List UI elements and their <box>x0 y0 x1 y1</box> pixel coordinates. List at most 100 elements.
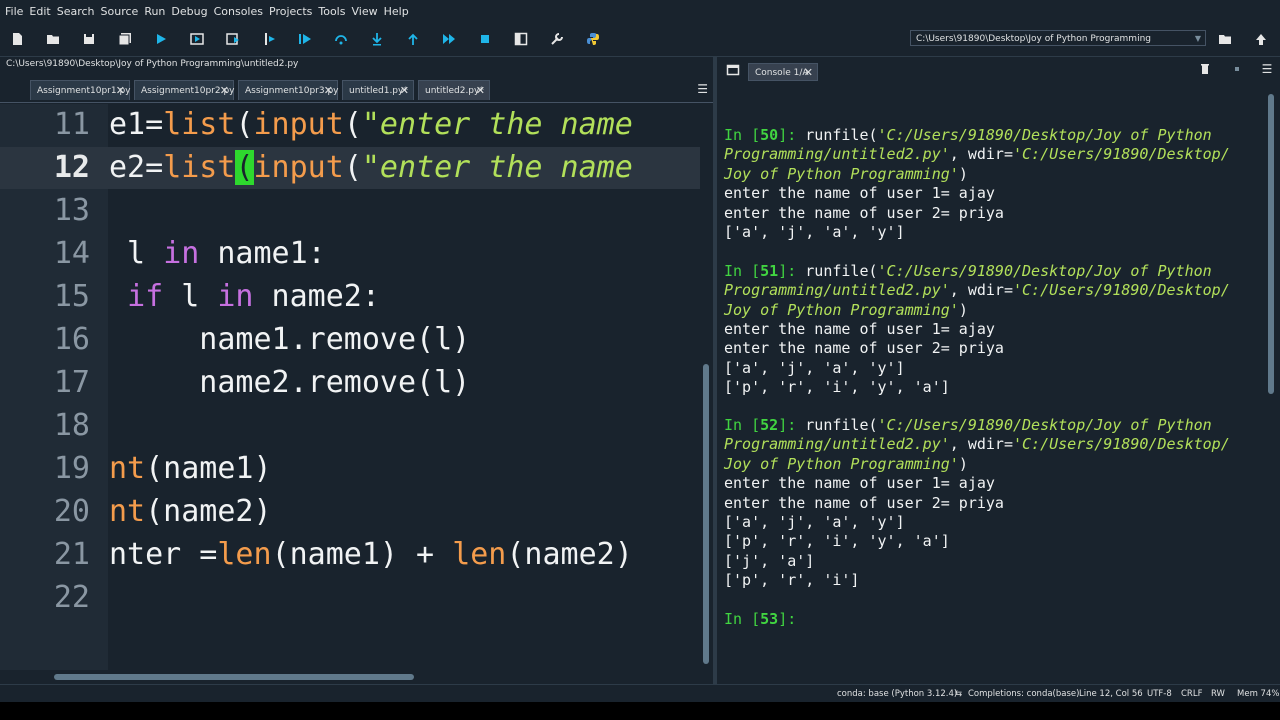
line-number: 15 <box>53 279 90 314</box>
tab-options-icon[interactable]: ☰ <box>697 82 708 96</box>
scrollbar-thumb[interactable] <box>1268 94 1274 394</box>
code-text: e2=list(input("enter the name <box>109 150 633 185</box>
continue-icon[interactable] <box>440 30 458 48</box>
step-return-icon[interactable] <box>404 30 422 48</box>
status-encoding: UTF-8 <box>1147 689 1172 699</box>
console-output-line: ['p', 'r', 'i', 'y', 'a'] <box>724 378 950 397</box>
close-icon[interactable]: ✕ <box>324 81 333 101</box>
pane-splitter[interactable] <box>713 56 717 684</box>
editor-file-path: C:\Users\91890\Desktop\Joy of Python Pro… <box>6 59 299 69</box>
debug-icon[interactable] <box>296 30 314 48</box>
tab-untitled1[interactable]: untitled1.py* ✕ <box>342 80 414 100</box>
stop-icon[interactable] <box>476 30 494 48</box>
tab-untitled2[interactable]: untitled2.py* ✕ <box>418 80 490 100</box>
console-active-prompt[interactable]: In [53]: <box>724 610 805 629</box>
clear-console-icon[interactable] <box>1196 60 1214 78</box>
menu-search[interactable]: Search <box>57 5 95 18</box>
menu-debug[interactable]: Debug <box>171 5 207 18</box>
editor-horizontal-scrollbar[interactable] <box>4 672 704 682</box>
code-text: if l in name2: <box>127 279 380 314</box>
line-number: 16 <box>53 322 90 357</box>
line-number: 11 <box>53 107 90 142</box>
line-number: 22 <box>53 580 90 615</box>
console-input-line: In [51]: runfile('C:/Users/91890/Desktop… <box>724 261 1212 280</box>
toolbar: C:\Users\91890\Desktop\Joy of Python Pro… <box>0 22 1280 57</box>
menu-file[interactable]: File <box>5 5 23 18</box>
console-input-line: Joy of Python Programming') <box>724 300 968 319</box>
working-directory-combobox[interactable]: C:\Users\91890\Desktop\Joy of Python Pro… <box>910 30 1206 46</box>
console-output-line: ['a', 'j', 'a', 'y'] <box>724 223 905 241</box>
status-permissions: RW <box>1211 689 1225 699</box>
code-line: 11 e1=list(input("enter the name <box>0 104 700 146</box>
python-path-icon[interactable] <box>584 30 602 48</box>
code-text: name2.remove(l) <box>109 365 471 400</box>
code-line: 20 nt(name2) <box>0 491 700 533</box>
menu-run[interactable]: Run <box>144 5 165 18</box>
status-memory: Mem 74% <box>1237 689 1280 699</box>
code-line: 13 <box>0 190 700 232</box>
close-icon[interactable]: ✕ <box>400 81 409 101</box>
step-into-icon[interactable] <box>368 30 386 48</box>
menu-help[interactable]: Help <box>384 5 409 18</box>
run-cell-advance-icon[interactable] <box>224 30 242 48</box>
menu-edit[interactable]: Edit <box>29 5 50 18</box>
parent-directory-icon[interactable] <box>1252 30 1270 48</box>
menu-consoles[interactable]: Consoles <box>214 5 263 18</box>
menu-source[interactable]: Source <box>101 5 139 18</box>
stop-kernel-icon[interactable] <box>1228 60 1246 78</box>
code-text: e1=list(input("enter the name <box>109 107 633 142</box>
run-selection-icon[interactable] <box>260 30 278 48</box>
scrollbar-thumb[interactable] <box>54 674 414 680</box>
console-output-line: ['p', 'r', 'i'] <box>724 571 860 590</box>
code-line: 17 name2.remove(l) <box>0 362 700 404</box>
line-number: 13 <box>53 193 90 228</box>
code-editor[interactable]: 11 e1=list(input("enter the name 12 e2=l… <box>0 104 700 670</box>
new-file-icon[interactable] <box>8 30 26 48</box>
console-vertical-scrollbar[interactable] <box>1266 88 1276 684</box>
console-output-line: ['p', 'r', 'i', 'y', 'a'] <box>724 532 950 551</box>
run-cell-icon[interactable] <box>188 30 206 48</box>
scrollbar-thumb[interactable] <box>703 364 709 664</box>
browse-folder-icon[interactable] <box>1216 30 1234 48</box>
console-options-icon[interactable]: ☰ <box>1258 60 1276 78</box>
code-line: 18 <box>0 405 700 447</box>
editor-vertical-scrollbar[interactable] <box>701 104 711 670</box>
run-icon[interactable] <box>152 30 170 48</box>
code-line: 14 l in name1: <box>0 233 700 275</box>
close-icon[interactable]: ✕ <box>804 64 813 82</box>
console-output-line: enter the name of user 1= ajay <box>724 474 995 493</box>
tab-console[interactable]: Console 1/A ✕ <box>748 63 818 81</box>
menu-tools[interactable]: Tools <box>318 5 345 18</box>
menu-view[interactable]: View <box>351 5 377 18</box>
code-line: 15 if l in name2: <box>0 276 700 318</box>
chevron-down-icon[interactable]: ▼ <box>1195 31 1201 47</box>
tab-assignment10pr1[interactable]: Assignment10pr1.py ✕ <box>30 80 130 100</box>
tab-assignment10pr3[interactable]: Assignment10pr3.py ✕ <box>238 80 338 100</box>
menu-bar: File Edit Search Source Run Debug Consol… <box>0 0 1280 22</box>
save-icon[interactable] <box>80 30 98 48</box>
menu-projects[interactable]: Projects <box>269 5 312 18</box>
status-conda[interactable]: conda: base (Python 3.12.4) <box>837 685 957 703</box>
line-number: 18 <box>53 408 90 443</box>
code-text: nter =len(name1) + len(name2) <box>109 537 633 572</box>
close-icon[interactable]: ✕ <box>220 81 229 101</box>
preferences-icon[interactable] <box>548 30 566 48</box>
line-number: 17 <box>53 365 90 400</box>
close-icon[interactable]: ✕ <box>116 81 125 101</box>
open-file-icon[interactable] <box>44 30 62 48</box>
console-output-line: ['a', 'j', 'a', 'y'] <box>724 513 905 531</box>
status-eol: CRLF <box>1181 689 1203 699</box>
save-all-icon[interactable] <box>116 30 134 48</box>
code-text: name1.remove(l) <box>109 322 471 357</box>
step-over-icon[interactable] <box>332 30 350 48</box>
line-number: 19 <box>53 451 90 486</box>
ipython-console[interactable]: In [50]: runfile('C:/Users/91890/Desktop… <box>718 88 1266 684</box>
tab-assignment10pr2[interactable]: Assignment10pr2.py ✕ <box>134 80 234 100</box>
browse-consoles-icon[interactable] <box>724 61 742 79</box>
maximize-pane-icon[interactable] <box>512 30 530 48</box>
code-line: 21 nter =len(name1) + len(name2) <box>0 534 700 576</box>
code-text: nt(name1) <box>109 451 272 486</box>
close-icon[interactable]: ✕ <box>476 81 485 101</box>
code-line-current: 12 e2=list(input("enter the name <box>0 147 700 189</box>
status-completions[interactable]: Completions: conda(base) <box>968 685 1079 703</box>
